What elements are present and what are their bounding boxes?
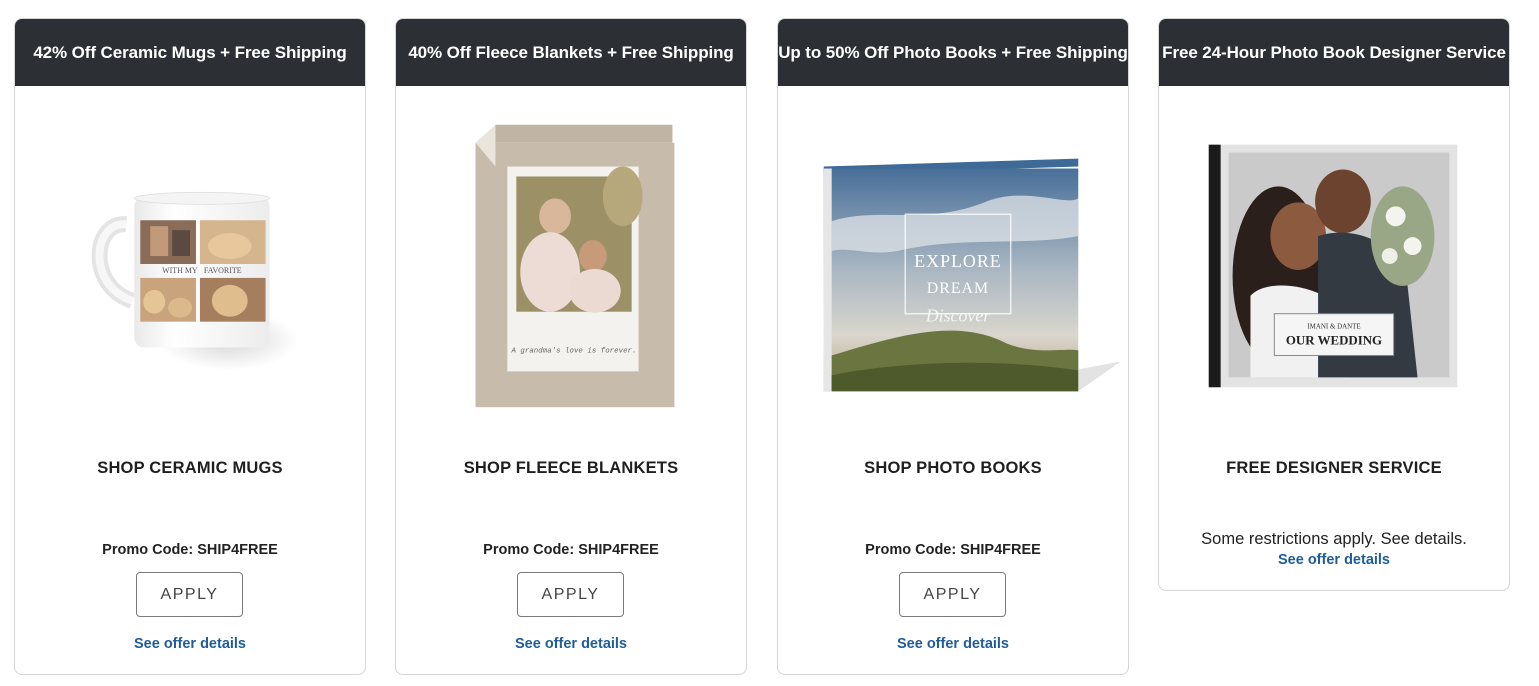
- promo-card-designer-service: Free 24-Hour Photo Book Designer Service…: [1158, 18, 1510, 591]
- promo-card-mugs: 42% Off Ceramic Mugs + Free Shipping WIT…: [14, 18, 366, 675]
- apply-button[interactable]: APPLY: [517, 572, 624, 617]
- cover-title: OUR WEDDING: [1286, 333, 1382, 348]
- mug-text-right: FAVORITE: [204, 266, 242, 275]
- cover-line-2: DREAM: [927, 280, 989, 297]
- fleece-blanket-image[interactable]: A grandma's love is forever.: [396, 86, 746, 436]
- ceramic-mug-image[interactable]: WITH MY FAVORITE: [15, 86, 365, 436]
- promo-card-blankets: 40% Off Fleece Blankets + Free Shipping …: [395, 18, 747, 675]
- apply-button[interactable]: APPLY: [899, 572, 1006, 617]
- cover-names: IMANI & DANTE: [1307, 323, 1360, 331]
- see-offer-details-link[interactable]: See offer details: [396, 636, 746, 652]
- card-header: Free 24-Hour Photo Book Designer Service: [1159, 19, 1509, 86]
- free-designer-service-link[interactable]: FREE DESIGNER SERVICE: [1159, 459, 1509, 478]
- shop-mugs-link[interactable]: SHOP CERAMIC MUGS: [15, 459, 365, 478]
- card-header: Up to 50% Off Photo Books + Free Shippin…: [778, 19, 1128, 86]
- see-offer-details-link[interactable]: See offer details: [15, 636, 365, 652]
- see-offer-details-link[interactable]: See offer details: [778, 636, 1128, 652]
- cover-line-3: Discover: [925, 306, 992, 326]
- card-header: 42% Off Ceramic Mugs + Free Shipping: [15, 19, 365, 86]
- shop-photo-books-link[interactable]: SHOP PHOTO BOOKS: [778, 459, 1128, 478]
- apply-button[interactable]: APPLY: [136, 572, 243, 617]
- wedding-photo-book-image[interactable]: IMANI & DANTE OUR WEDDING: [1159, 86, 1509, 436]
- cover-line-1: EXPLORE: [914, 251, 1001, 271]
- see-offer-details-link[interactable]: See offer details: [1159, 552, 1509, 568]
- shop-blankets-link[interactable]: SHOP FLEECE BLANKETS: [396, 459, 746, 478]
- promo-code: Promo Code: SHIP4FREE: [865, 542, 1041, 558]
- blanket-caption: A grandma's love is forever.: [510, 347, 636, 355]
- photo-book-image[interactable]: EXPLORE DREAM Discover: [778, 86, 1128, 436]
- promo-code: Promo Code: SHIP4FREE: [102, 542, 278, 558]
- promo-code: Promo Code: SHIP4FREE: [483, 542, 659, 558]
- card-header: 40% Off Fleece Blankets + Free Shipping: [396, 19, 746, 86]
- mug-text-left: WITH MY: [162, 266, 198, 275]
- restrictions-text: Some restrictions apply. See details.: [1201, 530, 1467, 548]
- promo-card-photo-books: Up to 50% Off Photo Books + Free Shippin…: [777, 18, 1129, 675]
